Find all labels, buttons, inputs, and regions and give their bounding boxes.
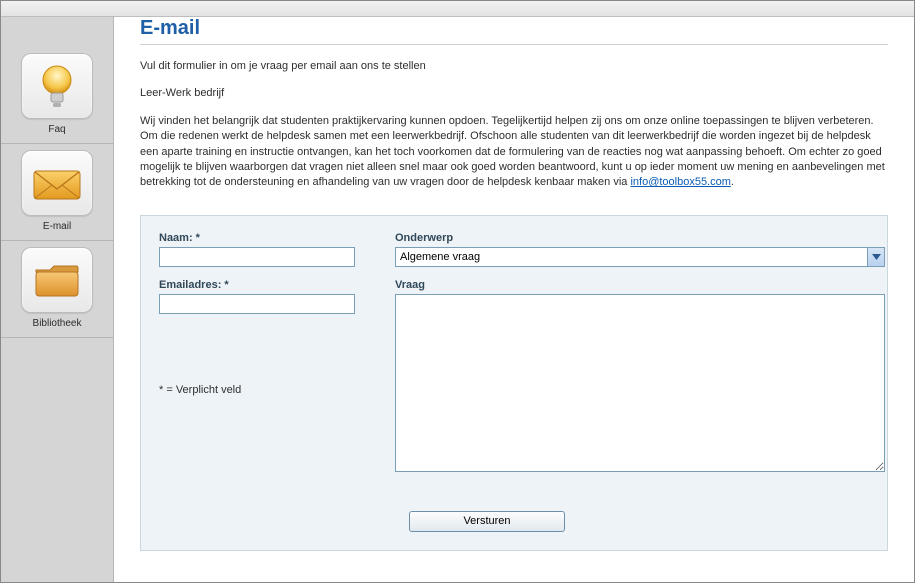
subject-label: Onderwerp xyxy=(395,232,885,244)
sidebar-item-label: Bibliotheek xyxy=(33,318,82,329)
sidebar-item-label: Faq xyxy=(48,124,65,135)
email-input[interactable] xyxy=(159,294,355,314)
email-form-panel: Naam: * Emailadres: * * = Verplicht veld… xyxy=(140,215,888,551)
page-title: E-mail xyxy=(140,17,888,40)
intro-paragraph: Wij vinden het belangrijk dat studenten … xyxy=(140,114,888,191)
intro-line-1: Vul dit formulier in om je vraag per ema… xyxy=(140,59,888,74)
sidebar-item-library[interactable]: Bibliotheek xyxy=(1,241,113,338)
email-label: Emailadres: * xyxy=(159,279,355,291)
sidebar-item-label: E-mail xyxy=(43,221,71,232)
main-content: E-mail Vul dit formulier in om je vraag … xyxy=(114,1,914,582)
question-label: Vraag xyxy=(395,279,885,291)
sidebar: Faq E-mail xyxy=(1,1,114,582)
sidebar-item-faq[interactable]: Faq xyxy=(1,47,113,144)
submit-button[interactable]: Versturen xyxy=(409,511,565,532)
top-bar xyxy=(1,1,914,17)
folder-icon xyxy=(21,247,93,313)
name-input[interactable] xyxy=(159,247,355,267)
intro-line-2: Leer-Werk bedrijf xyxy=(140,86,888,101)
subject-select[interactable]: Algemene vraag xyxy=(395,247,885,267)
name-label: Naam: * xyxy=(159,232,355,244)
required-note: * = Verplicht veld xyxy=(159,384,355,396)
envelope-icon xyxy=(21,150,93,216)
app-window: Faq E-mail xyxy=(0,0,915,583)
intro-text: Vul dit formulier in om je vraag per ema… xyxy=(140,59,888,191)
contact-email-link[interactable]: info@toolbox55.com xyxy=(630,176,730,188)
lightbulb-icon xyxy=(21,53,93,119)
title-divider xyxy=(140,44,888,45)
question-textarea[interactable] xyxy=(395,294,885,472)
sidebar-item-email[interactable]: E-mail xyxy=(1,144,113,241)
